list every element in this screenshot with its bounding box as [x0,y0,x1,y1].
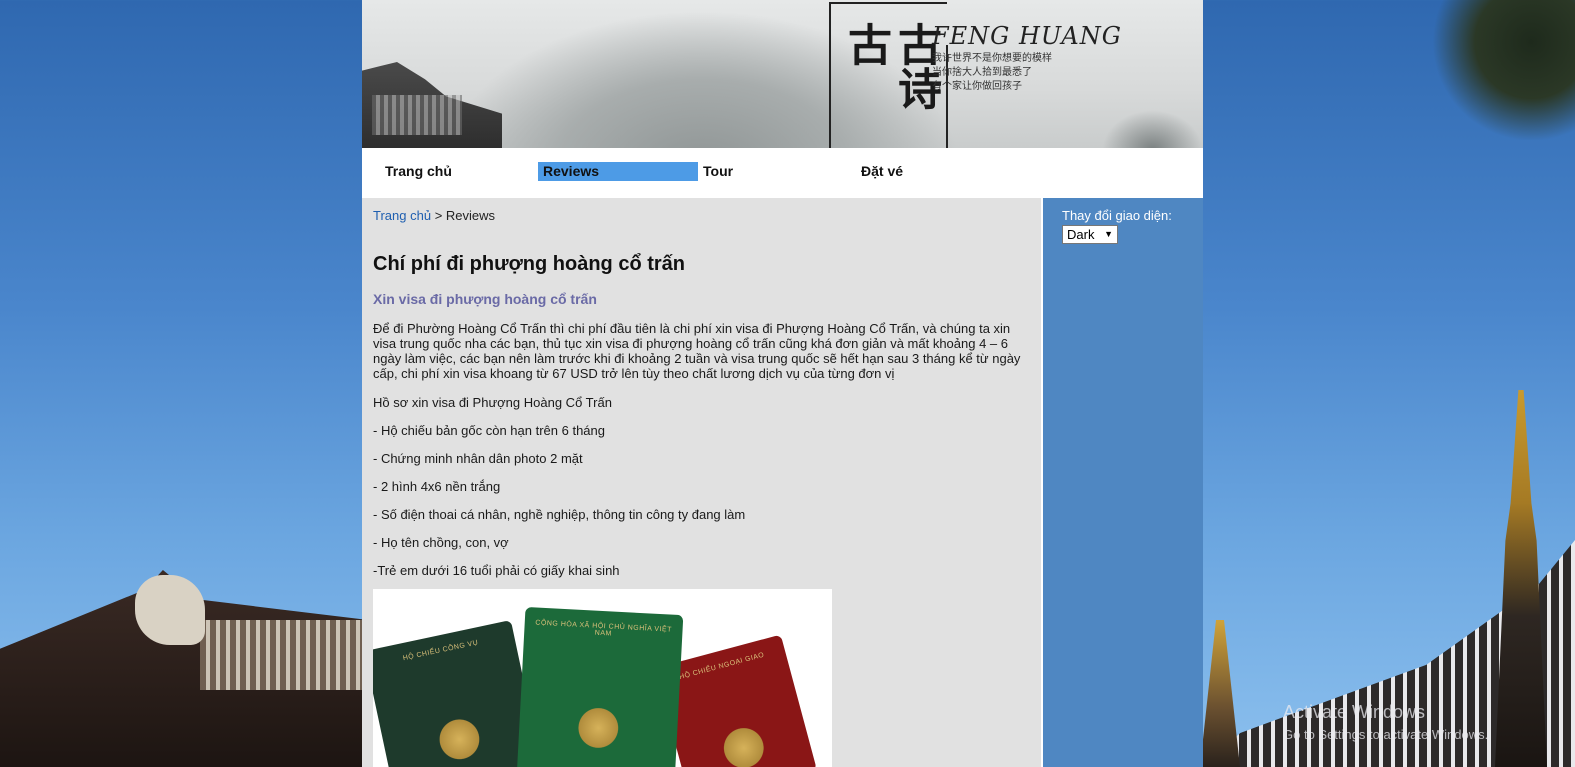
background-tree [1430,0,1575,140]
banner-subtitle-line: 我许世界不是你想要的模样 [932,53,1052,64]
main-nav: Trang chủ Reviews Tour Đặt vé [362,148,1203,198]
passport-text: HỘ CHIẾU NGOẠI GIAO [678,651,766,682]
breadcrumb-home-link[interactable]: Trang chủ [373,208,431,223]
passport-image: HỘ CHIẾU CÔNG VỤ HỘ CHIẾU NGOẠI GIAO CỘN… [373,589,832,767]
page-container: 古诗古 FENG HUANG 我许世界不是你想要的模样 当你捨大人拾到最悉了 有… [362,0,1203,767]
docs-heading: Hồ sơ xin visa đi Phượng Hoàng Cổ Trấn [373,395,612,410]
breadcrumb: Trang chủ > Reviews [373,208,1030,223]
banner-subtitle-line: 当你捨大人拾到最悉了 [932,67,1032,78]
nav-item-tour[interactable]: Tour [698,162,848,181]
article-subtitle: Xin visa đi phượng hoàng cổ trấn [373,291,597,307]
banner-calligraphy: 古诗古 [840,22,941,110]
watermark-title: Activate Windows [1283,702,1426,722]
doc-item: -Trẻ em dưới 16 tuổi phải có giấy khai s… [373,563,620,578]
breadcrumb-current: Reviews [445,208,496,223]
doc-item: - 2 hình 4x6 nền trắng [373,479,501,494]
banner-title: FENG HUANG [932,22,1122,50]
nav-item-home[interactable]: Trang chủ [380,162,530,181]
watermark-subtitle: Go to Settings to activate Windows. [1283,727,1489,742]
nav-item-booking[interactable]: Đặt vé [856,162,1006,181]
emblem-icon [574,703,623,752]
article-title: Chí phí đi phượng hoàng cổ trấn [373,253,686,275]
main-content: Trang chủ > Reviews Chí phí đi phượng ho… [362,198,1041,767]
article-intro: Để đi Phường Hoàng Cổ Trấn thì chi phí đ… [373,321,1021,381]
theme-select[interactable]: Dark ▼ [1062,225,1118,244]
nav-item-reviews[interactable]: Reviews [538,162,698,181]
theme-label: Thay đổi giao diện: [1062,208,1172,223]
passport-text: HỘ CHIẾU CÔNG VỤ [402,639,479,663]
header-banner: 古诗古 FENG HUANG 我许世界不是你想要的模样 当你捨大人拾到最悉了 有… [362,0,1203,148]
background-left-beam [200,620,362,690]
passport-ordinary: CỘNG HÒA XÃ HỘI CHỦ NGHĨA VIỆT NAM [516,606,684,767]
doc-item: - Chứng minh nhân dân photo 2 mặt [373,451,583,466]
passport-text: CỘNG HÒA XÃ HỘI CHỦ NGHĨA VIỆT NAM [535,619,673,638]
doc-item: - Hộ chiếu bản gốc còn hạn trên 6 tháng [373,423,605,438]
emblem-icon [715,719,772,767]
theme-select-value: Dark [1067,227,1095,242]
banner-trees [1102,110,1203,148]
sidebar: Thay đổi giao diện: Dark ▼ [1041,198,1203,767]
background-small-tower [1200,620,1240,767]
activate-windows-watermark: Activate Windows Go to Settings to activ… [1283,702,1488,742]
doc-item: - Họ tên chồng, con, vợ [373,535,509,550]
banner-house-windows [372,95,462,135]
background-roof-ornament [135,575,205,645]
banner-subtitle-line: 有个家让你做回孩子 [932,81,1022,92]
passport-official: HỘ CHIẾU CÔNG VỤ [373,620,542,767]
doc-item: - Số điện thoai cá nhân, nghề nghiệp, th… [373,507,746,522]
banner-subtitle: 我许世界不是你想要的模样 当你捨大人拾到最悉了 有个家让你做回孩子 [932,52,1052,94]
background-tower [1495,390,1547,767]
dropdown-arrow-icon: ▼ [1104,229,1113,239]
breadcrumb-separator: > [434,208,443,223]
emblem-icon [432,711,487,767]
